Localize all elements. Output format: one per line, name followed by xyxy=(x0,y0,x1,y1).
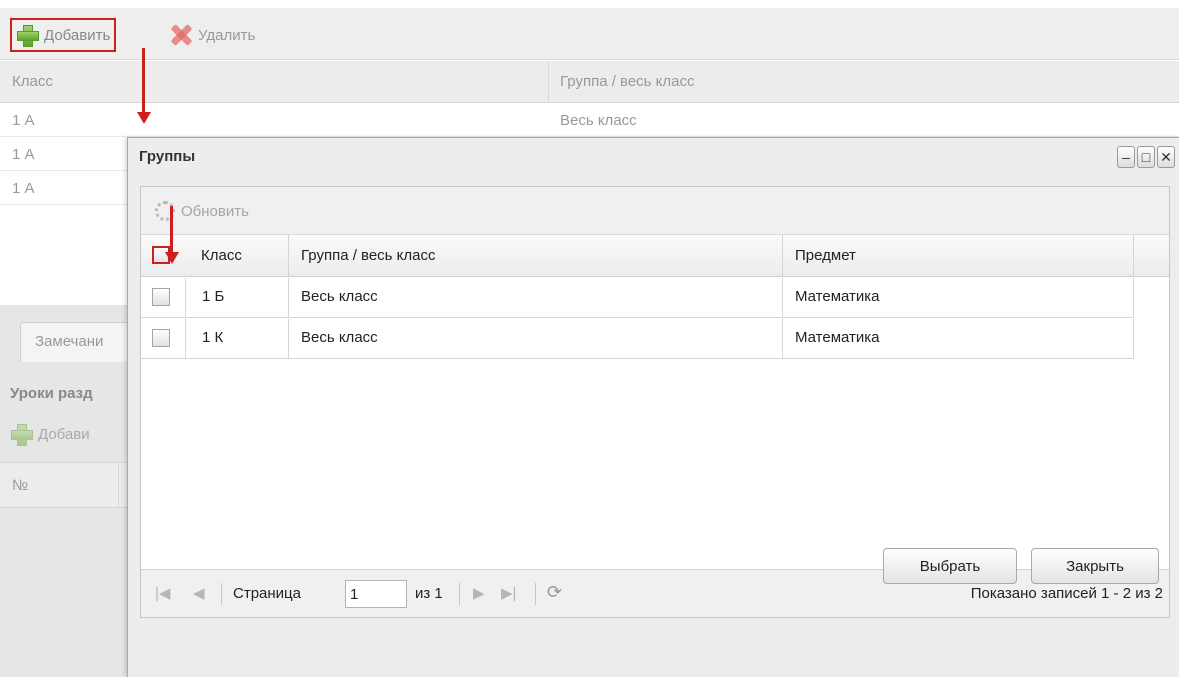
main-toolbar: Добавить Удалить xyxy=(0,8,1179,60)
plus-icon xyxy=(16,24,39,47)
section-add-button[interactable]: Добави xyxy=(10,423,90,446)
column-header-class[interactable]: Класс xyxy=(12,73,53,90)
annotation-arrow-head xyxy=(165,252,179,264)
page-number-input[interactable] xyxy=(345,580,407,608)
number-column-label: № xyxy=(12,477,29,494)
column-header-class[interactable]: Класс xyxy=(185,235,289,277)
row-group: Весь класс xyxy=(289,278,783,317)
column-header-subject[interactable]: Предмет xyxy=(783,235,1134,277)
table-row[interactable]: 1 К Весь класс Математика xyxy=(141,319,1134,359)
tab-remarks[interactable]: Замечани xyxy=(20,322,140,362)
next-page-icon[interactable]: ▶ xyxy=(473,584,485,602)
row-class: 1 А xyxy=(12,112,35,129)
row-group: Весь класс xyxy=(289,319,783,358)
annotation-arrow-line xyxy=(142,48,145,112)
row-checkbox[interactable] xyxy=(152,288,170,306)
column-header-group[interactable]: Группа / весь класс xyxy=(289,235,783,277)
delete-icon xyxy=(170,24,192,46)
last-page-icon[interactable]: ▶| xyxy=(501,584,516,602)
plus-icon xyxy=(10,423,33,446)
grid-header: Класс Группа / весь класс Предмет xyxy=(141,235,1169,277)
annotation-arrow-head xyxy=(137,112,151,124)
first-page-icon[interactable]: |◀ xyxy=(155,584,170,602)
delete-button[interactable]: Удалить xyxy=(170,18,255,52)
page-total-label: из 1 xyxy=(415,585,443,602)
minimize-icon[interactable]: ‒ xyxy=(1117,146,1135,168)
column-header-class-label: Класс xyxy=(201,247,242,264)
row-subject: Математика xyxy=(783,278,1134,317)
row-class: 1 К xyxy=(185,319,289,358)
annotation-arrow-line xyxy=(170,206,173,254)
delete-button-label: Удалить xyxy=(198,26,256,44)
grid-toolbar: Обновить xyxy=(141,187,1169,235)
row-checkbox[interactable] xyxy=(152,329,170,347)
row-class: 1 А xyxy=(12,146,35,163)
close-button[interactable]: Закрыть xyxy=(1031,548,1159,584)
table-row[interactable]: 1 Б Весь класс Математика xyxy=(141,278,1134,318)
section-add-label: Добави xyxy=(38,425,90,443)
reload-icon[interactable]: ⟳ xyxy=(547,582,562,603)
row-class: 1 А xyxy=(12,180,35,197)
number-column-header[interactable]: № xyxy=(0,462,140,508)
select-button[interactable]: Выбрать xyxy=(883,548,1017,584)
refresh-button-label: Обновить xyxy=(181,202,249,220)
section-title: Уроки разд xyxy=(10,385,93,402)
add-button-label: Добавить xyxy=(44,26,111,44)
dialog-title: Группы xyxy=(139,148,196,165)
row-subject: Математика xyxy=(783,319,1134,358)
add-button[interactable]: Добавить xyxy=(10,18,117,52)
maximize-icon[interactable]: □ xyxy=(1137,146,1155,168)
main-grid-header: Класс Группа / весь класс xyxy=(0,61,1179,103)
tab-remarks-label: Замечани xyxy=(35,333,104,350)
groups-dialog: Группы ‒ □ ✕ Обновить Класс Группа / вес… xyxy=(127,137,1179,677)
close-icon[interactable]: ✕ xyxy=(1157,146,1175,168)
row-group: Весь класс xyxy=(560,112,637,129)
table-row[interactable]: 1 А Весь класс xyxy=(0,104,1179,137)
column-header-subject-label: Предмет xyxy=(795,247,856,264)
records-info: Показано записей 1 - 2 из 2 xyxy=(970,585,1163,602)
column-header-group[interactable]: Группа / весь класс xyxy=(560,73,695,90)
row-class: 1 Б xyxy=(185,278,289,317)
column-header-group-label: Группа / весь класс xyxy=(301,247,436,264)
page-label: Страница xyxy=(233,585,301,602)
prev-page-icon[interactable]: ◀ xyxy=(193,584,205,602)
window-controls: ‒ □ ✕ xyxy=(1117,146,1175,168)
